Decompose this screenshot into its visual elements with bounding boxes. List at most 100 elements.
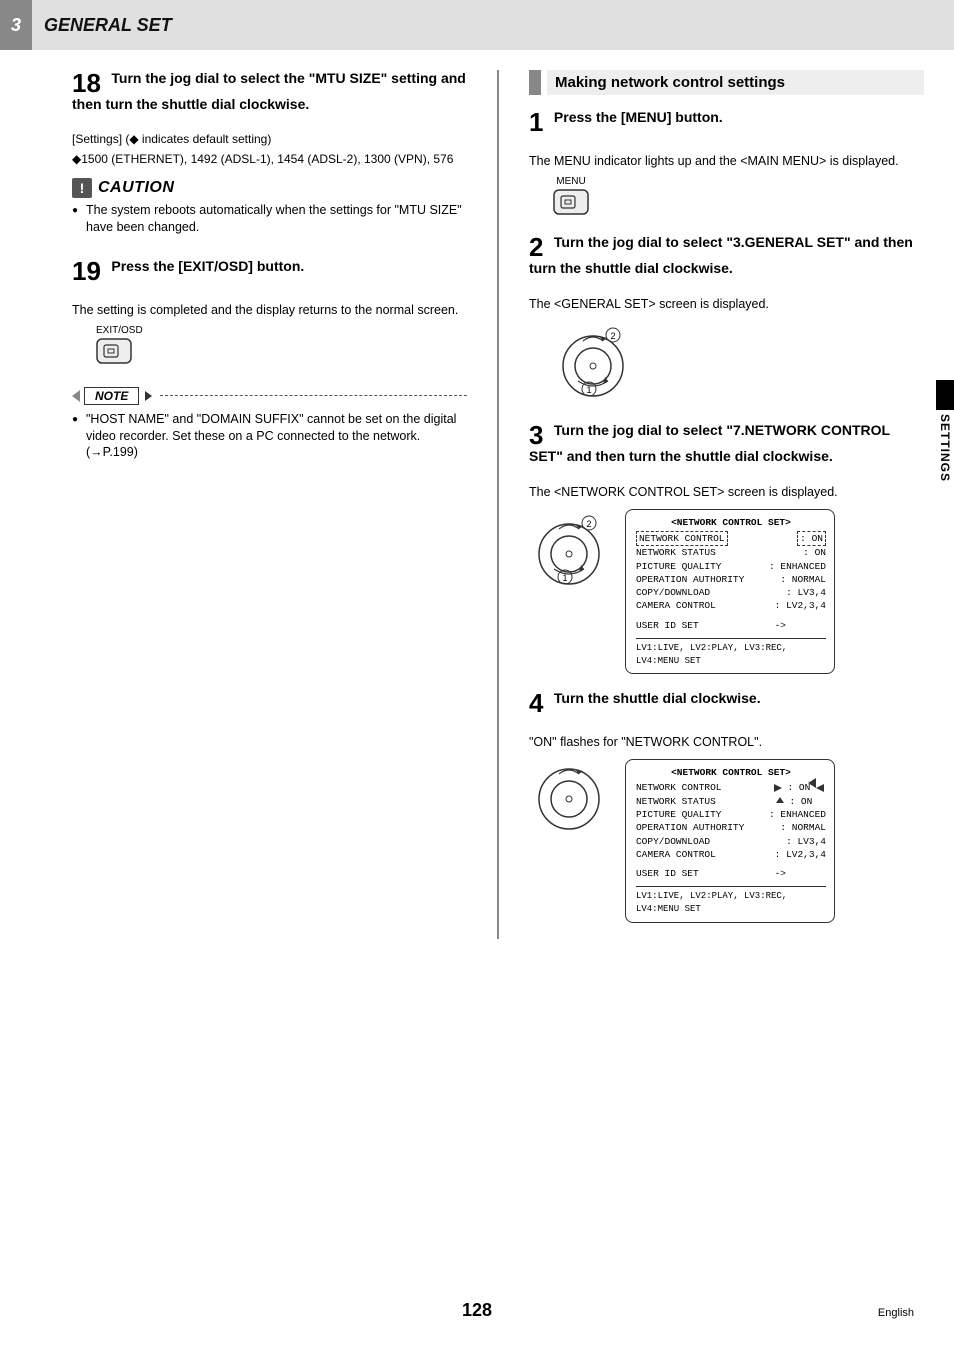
jog-dial-figure: 2 1 xyxy=(553,321,924,406)
osd-key: PICTURE QUALITY xyxy=(636,808,722,821)
step-3: 3 Turn the jog dial to select "7.NETWORK… xyxy=(529,422,924,466)
menu-button-figure: MENU xyxy=(553,176,924,220)
footer-language: English xyxy=(878,1307,914,1319)
note-right-arrow-icon xyxy=(145,391,152,401)
chapter-title: GENERAL SET xyxy=(44,15,172,36)
osd-val-text: : ON xyxy=(787,782,810,793)
side-tab-label: SETTINGS xyxy=(938,414,952,482)
step-body: The setting is completed and the display… xyxy=(72,302,467,319)
flash-arrow-icon xyxy=(808,778,822,788)
step-title: Press the [EXIT/OSD] button. xyxy=(111,258,304,274)
section-bar-icon xyxy=(529,70,541,95)
step-body: The <GENERAL SET> screen is displayed. xyxy=(529,296,924,313)
flash-arrow-left-icon xyxy=(772,784,782,792)
step-title: Press the [MENU] button. xyxy=(554,109,723,125)
step-body: The MENU indicator lights up and the <MA… xyxy=(529,153,924,170)
flash-arrow-icon xyxy=(776,797,784,805)
caution-text: The system reboots automatically when th… xyxy=(72,202,467,236)
osd-val: : ON xyxy=(776,795,826,808)
osd-footer: LV1:LIVE, LV2:PLAY, LV3:REC, LV4:MENU SE… xyxy=(636,886,826,915)
note-left-arrow-icon xyxy=(72,390,80,402)
step-18: 18 Turn the jog dial to select the "MTU … xyxy=(72,70,467,114)
note-divider xyxy=(160,395,467,396)
step-19: 19 Press the [EXIT/OSD] button. xyxy=(72,258,467,284)
osd-key: NETWORK CONTROL xyxy=(636,781,722,794)
osd-key: CAMERA CONTROL xyxy=(636,848,716,861)
osd-key: CAMERA CONTROL xyxy=(636,599,716,612)
caution-label: CAUTION xyxy=(98,179,174,197)
osd-key: COPY/DOWNLOAD xyxy=(636,835,710,848)
osd-title: <NETWORK CONTROL SET> xyxy=(636,766,826,779)
note-text: "HOST NAME" and "DOMAIN SUFFIX" cannot b… xyxy=(72,411,467,462)
osd-val: : NORMAL xyxy=(780,821,826,834)
osd-val: : LV2,3,4 xyxy=(775,599,826,612)
osd-key: USER ID SET xyxy=(636,619,699,632)
menu-button-icon xyxy=(553,189,589,215)
button-label: EXIT/OSD xyxy=(96,325,132,336)
osd-val: -> xyxy=(775,619,786,632)
osd-title: <NETWORK CONTROL SET> xyxy=(636,516,826,529)
osd-val: -> xyxy=(775,867,786,880)
chapter-number-badge: 3 xyxy=(0,0,32,50)
osd-val: : ENHANCED xyxy=(769,560,826,573)
osd-key: NETWORK STATUS xyxy=(636,795,716,808)
column-divider xyxy=(497,70,499,939)
step-2: 2 Turn the jog dial to select "3.GENERAL… xyxy=(529,234,924,278)
step-4: 4 Turn the shuttle dial clockwise. xyxy=(529,690,924,716)
step-title: Turn the shuttle dial clockwise. xyxy=(554,690,761,706)
osd-val: : LV2,3,4 xyxy=(775,848,826,861)
step-title: Turn the jog dial to select the "MTU SIZ… xyxy=(72,70,466,112)
step-number: 4 xyxy=(529,690,543,716)
step-body: "ON" flashes for "NETWORK CONTROL". xyxy=(529,734,924,751)
step-title: Turn the jog dial to select "3.GENERAL S… xyxy=(529,234,913,276)
osd-key: NETWORK STATUS xyxy=(636,546,716,559)
osd-screen-figure: <NETWORK CONTROL SET> NETWORK CONTROL : O… xyxy=(625,509,835,675)
step-number: 3 xyxy=(529,422,543,448)
exit-osd-button-figure: EXIT/OSD xyxy=(96,325,467,369)
osd-key: USER ID SET xyxy=(636,867,699,880)
note-header: NOTE xyxy=(72,387,467,405)
osd-footer: LV1:LIVE, LV2:PLAY, LV3:REC, LV4:MENU SE… xyxy=(636,638,826,667)
caution-header: ! CAUTION xyxy=(72,178,467,198)
section-title: Making network control settings xyxy=(547,70,924,95)
step-number: 2 xyxy=(529,234,543,260)
osd-key: OPERATION AUTHORITY xyxy=(636,573,744,586)
shuttle-dial-icon xyxy=(529,759,609,839)
exit-osd-button-icon xyxy=(96,338,132,364)
osd-val: : NORMAL xyxy=(780,573,826,586)
svg-text:1: 1 xyxy=(586,385,591,395)
step-1: 1 Press the [MENU] button. xyxy=(529,109,924,135)
section-heading: Making network control settings xyxy=(529,70,924,95)
flash-arrow-icon xyxy=(818,797,826,805)
osd-val-text: : ON xyxy=(789,796,812,807)
osd-key: PICTURE QUALITY xyxy=(636,560,722,573)
osd-title-text: <NETWORK CONTROL SET> xyxy=(671,767,791,778)
button-label: MENU xyxy=(553,176,589,187)
side-tab: SETTINGS xyxy=(936,380,954,482)
osd-key: OPERATION AUTHORITY xyxy=(636,821,744,834)
note-label: NOTE xyxy=(84,387,139,405)
caution-icon: ! xyxy=(72,178,92,198)
osd-val: : ON xyxy=(803,546,826,559)
step-title: Turn the jog dial to select "7.NETWORK C… xyxy=(529,422,890,464)
chapter-header: 3 GENERAL SET xyxy=(0,0,954,50)
step-number: 1 xyxy=(529,109,543,135)
svg-text:1: 1 xyxy=(562,573,567,583)
svg-text:2: 2 xyxy=(586,519,591,529)
settings-values: ◆1500 (ETHERNET), 1492 (ADSL-1), 1454 (A… xyxy=(72,152,467,166)
osd-key: COPY/DOWNLOAD xyxy=(636,586,710,599)
osd-val: : ON xyxy=(797,531,826,546)
settings-label: [Settings] (◆ indicates default setting) xyxy=(72,132,467,146)
osd-val: : ENHANCED xyxy=(769,808,826,821)
osd-key: NETWORK CONTROL xyxy=(636,531,728,546)
step-body: The <NETWORK CONTROL SET> screen is disp… xyxy=(529,484,924,501)
svg-text:2: 2 xyxy=(610,331,615,341)
page-footer: 128 xyxy=(0,1300,954,1321)
osd-val: : LV3,4 xyxy=(786,586,826,599)
jog-dial-icon: 2 1 xyxy=(529,509,609,589)
side-tab-marker xyxy=(936,380,954,410)
osd-screen-figure: <NETWORK CONTROL SET> NETWORK CONTROL : … xyxy=(625,759,835,923)
jog-dial-icon: 2 1 xyxy=(553,321,633,401)
page-number: 128 xyxy=(462,1300,492,1320)
osd-val: : LV3,4 xyxy=(786,835,826,848)
